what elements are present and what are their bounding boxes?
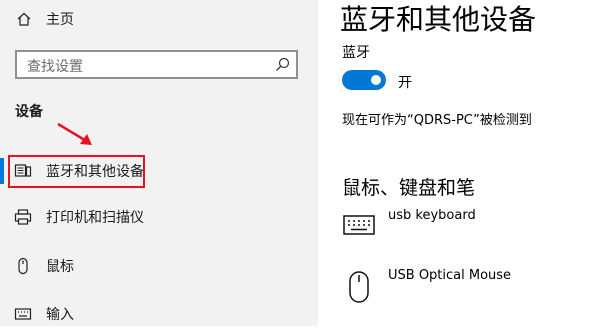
home-icon [16,11,32,27]
settings-sidebar: 主页 查找设置 设备 蓝牙和其他设备 打印机和扫描仪 鼠标 输入 [0,0,318,326]
keyboard-icon [342,208,376,242]
mouse-icon [14,257,32,275]
keyboard-icon [14,305,32,323]
printer-icon [14,208,32,226]
mouse-keyboard-pen-heading: 鼠标、键盘和笔 [342,177,476,199]
sidebar-item-mouse[interactable]: 鼠标 [0,246,318,286]
annotation-arrow-icon [57,122,92,145]
active-indicator [0,158,4,184]
sidebar-item-label: 输入 [46,307,74,323]
bluetooth-toggle[interactable] [342,70,386,90]
toggle-state-label: 开 [398,75,412,91]
home-label: 主页 [46,12,74,28]
devices-section-title: 设备 [15,104,43,120]
sidebar-item-printers[interactable]: 打印机和扫描仪 [0,197,318,237]
bluetooth-label: 蓝牙 [342,45,370,61]
sidebar-item-typing[interactable]: 输入 [0,294,318,334]
device-item-keyboard[interactable]: usb keyboard [342,208,592,244]
home-nav-item[interactable]: 主页 [16,8,74,30]
device-item-mouse[interactable]: USB Optical Mouse [342,268,592,304]
annotation-highlight-box [8,155,145,188]
sidebar-item-label: 鼠标 [46,259,74,275]
device-name: USB Optical Mouse [388,268,512,283]
device-name: usb keyboard [388,208,476,223]
search-placeholder: 查找设置 [27,59,83,75]
sidebar-item-label: 打印机和扫描仪 [46,210,144,226]
search-icon[interactable] [275,57,290,72]
search-settings-input[interactable]: 查找设置 [15,50,298,79]
toggle-knob [371,75,381,85]
discoverable-status: 现在可作为“QDRS-PC”被检测到 [342,113,532,128]
mouse-icon [342,270,376,304]
main-content: 蓝牙和其他设备 蓝牙 开 现在可作为“QDRS-PC”被检测到 鼠标、键盘和笔 … [318,0,600,326]
page-title: 蓝牙和其他设备 [340,3,537,36]
